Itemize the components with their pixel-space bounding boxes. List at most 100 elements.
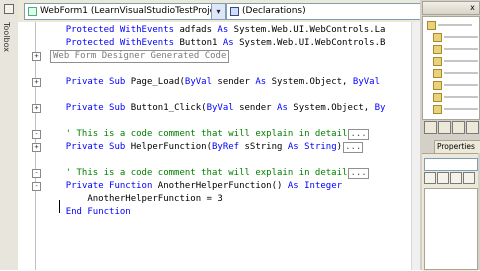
property-pages-icon[interactable]: [463, 172, 475, 184]
code-line[interactable]: [18, 115, 420, 128]
collapse-icon[interactable]: -: [32, 182, 41, 191]
collapse-icon[interactable]: -: [32, 169, 41, 178]
collapsed-block-ellipsis[interactable]: ...: [348, 129, 369, 140]
code-line[interactable]: + Private Sub HelperFunction(ByRef sStri…: [18, 141, 420, 154]
code-line[interactable]: [18, 154, 420, 167]
vertical-scrollbar[interactable]: [411, 22, 420, 270]
keyword-token: End Function: [65, 207, 131, 217]
file-icon: [433, 69, 442, 78]
code-line[interactable]: Protected WithEvents adfads As System.We…: [18, 24, 420, 37]
tree-node[interactable]: [433, 93, 480, 102]
categorized-icon[interactable]: [424, 172, 436, 184]
toolbox-label[interactable]: Toolbox: [2, 22, 11, 52]
class-view-icon[interactable]: [438, 121, 451, 134]
tree-node[interactable]: [433, 57, 480, 66]
chevron-down-icon[interactable]: ▾: [211, 4, 225, 19]
code-token: System.Object,: [266, 77, 353, 87]
code-text: Protected WithEvents Button1 As System.W…: [44, 37, 386, 50]
code-line[interactable]: + Private Sub Button1_Click(ByVal sender…: [18, 102, 420, 115]
tree-node[interactable]: [427, 21, 477, 30]
navigation-bar: WebForm1 (LearnVisualStudioTestProje ▾ (…: [18, 0, 436, 23]
code-token: System.Object,: [287, 103, 375, 113]
code-editor[interactable]: Protected WithEvents adfads As System.We…: [18, 22, 420, 270]
tree-node[interactable]: [433, 69, 480, 78]
close-icon[interactable]: x: [468, 3, 477, 12]
properties-panel: [422, 153, 478, 271]
code-text: AnotherHelperFunction = 3: [44, 193, 222, 206]
alphabetical-icon[interactable]: [437, 172, 449, 184]
code-token: System.Web.UI.WebControls.B: [233, 38, 386, 48]
code-token: Page_Load(: [125, 77, 185, 87]
code-line[interactable]: Protected WithEvents Button1 As System.W…: [18, 37, 420, 50]
code-line[interactable]: + Private Sub Page_Load(ByVal sender As …: [18, 76, 420, 89]
code-token: ): [336, 142, 343, 152]
code-text: Protected WithEvents adfads As System.We…: [44, 24, 386, 37]
collapsed-region-label[interactable]: Web Form Designer Generated Code: [50, 50, 230, 63]
expand-icon[interactable]: +: [32, 52, 41, 61]
code-line[interactable]: + Web Form Designer Generated Code: [18, 50, 420, 63]
expand-icon[interactable]: +: [32, 104, 41, 113]
code-line[interactable]: - ' This is a code comment that will exp…: [18, 167, 420, 180]
tree-node[interactable]: [433, 45, 480, 54]
code-token: AnotherHelperFunction(): [152, 181, 288, 191]
code-text: Web Form Designer Generated Code: [44, 50, 230, 63]
text-caret: [59, 200, 60, 213]
solution-explorer-toolbar: [422, 120, 479, 134]
code-token: HelperFunction(: [125, 142, 212, 152]
object-selector[interactable]: [424, 158, 478, 171]
code-line[interactable]: - Private Function AnotherHelperFunction…: [18, 180, 420, 193]
refresh-icon[interactable]: [466, 121, 479, 134]
events-icon[interactable]: [450, 172, 462, 184]
expand-icon[interactable]: +: [32, 78, 41, 87]
tree-node[interactable]: [433, 33, 480, 42]
code-line[interactable]: AnotherHelperFunction = 3: [18, 193, 420, 206]
keyword-token: Protected WithEvents: [65, 38, 175, 48]
member-selector[interactable]: (Declarations) ▾: [226, 3, 436, 20]
code-line[interactable]: [18, 63, 420, 76]
keyword-token: Protected WithEvents: [65, 25, 175, 35]
collapse-icon[interactable]: -: [32, 130, 41, 139]
file-icon: [433, 93, 442, 102]
code-text: Private Function AnotherHelperFunction()…: [44, 180, 342, 193]
expand-icon[interactable]: +: [32, 143, 41, 152]
collapsed-block-ellipsis[interactable]: ...: [343, 142, 364, 153]
code-token: sender: [233, 103, 278, 113]
solution-tab-icon[interactable]: [424, 121, 437, 134]
property-grid[interactable]: [424, 188, 478, 270]
code-line[interactable]: [18, 89, 420, 102]
toolbox-strip[interactable]: Toolbox: [0, 0, 19, 270]
member-icon: [230, 7, 239, 16]
keyword-token: ByVal: [206, 103, 234, 113]
code-line[interactable]: - ' This is a code comment that will exp…: [18, 128, 420, 141]
class-icon: [28, 7, 37, 16]
properties-tab[interactable]: Properties: [434, 140, 480, 153]
class-selector[interactable]: WebForm1 (LearnVisualStudioTestProje ▾: [24, 3, 226, 20]
keyword-token: ByVal: [352, 77, 380, 87]
code-text: End Function: [44, 206, 131, 219]
code-text: Private Sub Button1_Click(ByVal sender A…: [44, 102, 386, 115]
keyword-token: As String: [287, 142, 337, 152]
code-token: sender: [212, 77, 256, 87]
code-token: Button1: [174, 38, 223, 48]
collapsed-block-ellipsis[interactable]: ...: [348, 168, 369, 179]
keyword-token: As: [277, 103, 288, 113]
code-line[interactable]: End Function: [18, 206, 420, 219]
keyword-token: Private Function: [65, 181, 153, 191]
code-text: Private Sub Page_Load(ByVal sender As Sy…: [44, 76, 380, 89]
keyword-token: As: [222, 38, 234, 48]
keyword-token: ByRef: [212, 142, 240, 152]
keyword-token: As: [255, 77, 267, 87]
solution-explorer-titlebar: x: [422, 1, 480, 15]
resource-view-icon[interactable]: [452, 121, 465, 134]
file-icon: [433, 105, 442, 114]
solution-explorer-tree[interactable]: [422, 16, 480, 120]
tree-node[interactable]: [433, 81, 480, 90]
tree-node[interactable]: [433, 105, 480, 114]
pin-icon[interactable]: [4, 4, 14, 14]
